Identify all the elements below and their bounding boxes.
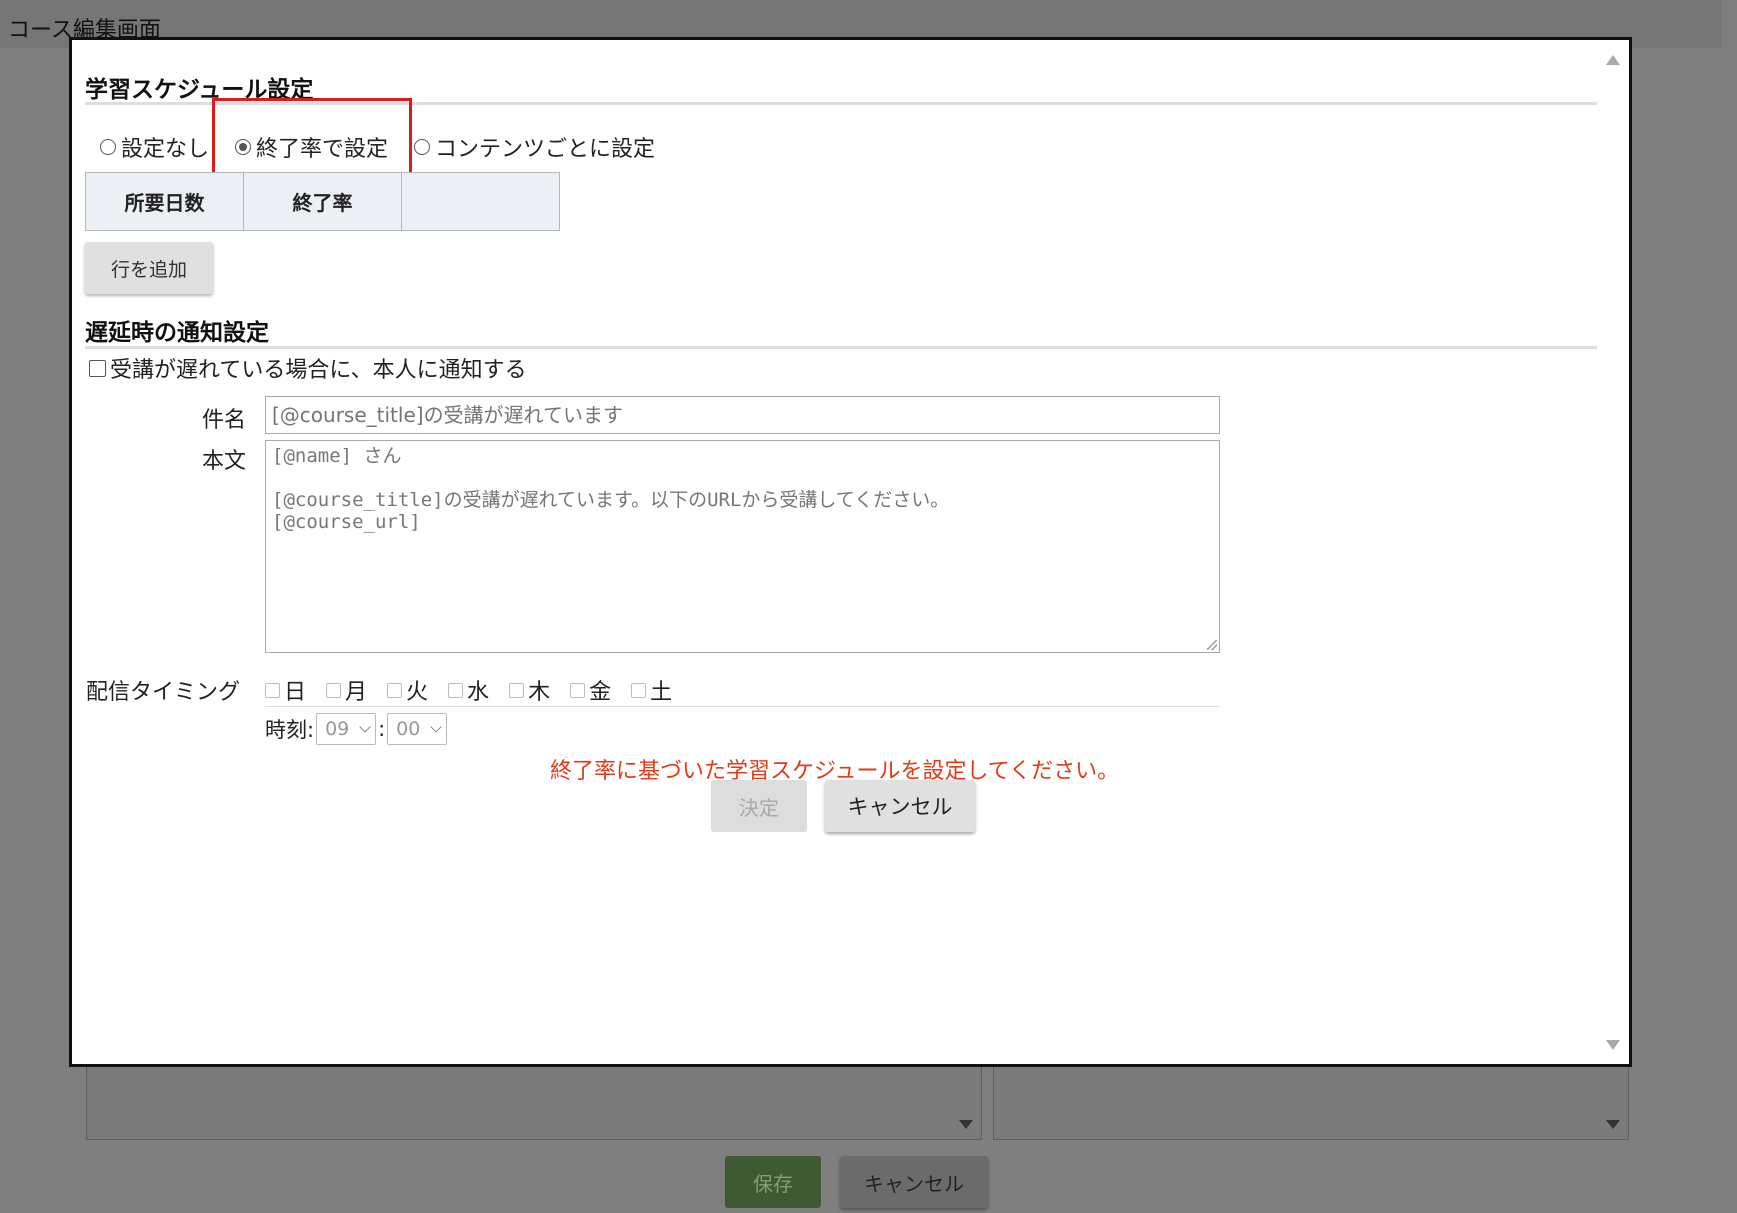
background-textarea-left[interactable] bbox=[86, 1060, 982, 1140]
page-cancel-button[interactable]: キャンセル bbox=[840, 1156, 988, 1208]
background-textarea-right[interactable] bbox=[993, 1060, 1629, 1140]
checkbox[interactable] bbox=[387, 682, 403, 698]
notify-checkbox-label: 受講が遅れている場合に、本人に通知する bbox=[110, 358, 527, 383]
scroll-down-icon[interactable] bbox=[1606, 1040, 1620, 1050]
hour-value: 09 bbox=[325, 718, 350, 740]
day-checkbox-sat[interactable]: 土 bbox=[631, 674, 672, 706]
day-label: 土 bbox=[650, 680, 673, 705]
timing-divider bbox=[265, 706, 1220, 707]
cancel-button[interactable]: キャンセル bbox=[825, 780, 975, 832]
column-header-actions bbox=[401, 172, 560, 231]
body-line: [@course_url] bbox=[272, 511, 421, 533]
schedule-modal: 学習スケジュール設定 設定なし 終了率で設定 コンテンツごとに設定 所要日数 終… bbox=[69, 37, 1632, 1067]
checkbox[interactable] bbox=[509, 682, 525, 698]
radio-button[interactable] bbox=[414, 139, 431, 155]
subject-input[interactable] bbox=[265, 396, 1220, 434]
checkbox[interactable] bbox=[631, 682, 647, 698]
checkbox[interactable] bbox=[326, 682, 342, 698]
time-separator: : bbox=[378, 717, 386, 741]
radio-label: 設定なし bbox=[121, 137, 210, 162]
timing-label: 配信タイミング bbox=[86, 680, 241, 705]
checkbox[interactable] bbox=[448, 682, 464, 698]
ok-button[interactable]: 決定 bbox=[711, 780, 807, 832]
column-header-days: 所要日数 bbox=[85, 172, 244, 231]
minute-value: 00 bbox=[396, 718, 421, 740]
scroll-down-icon[interactable] bbox=[1606, 1120, 1620, 1129]
minute-select[interactable]: 00 bbox=[387, 713, 448, 745]
table-header-row: 所要日数 終了率 bbox=[85, 172, 560, 231]
day-label: 金 bbox=[589, 680, 612, 705]
notify-checkbox-row[interactable]: 受講が遅れている場合に、本人に通知する bbox=[89, 352, 527, 384]
checkbox[interactable] bbox=[265, 682, 280, 698]
day-label: 水 bbox=[467, 680, 490, 705]
save-button[interactable]: 保存 bbox=[725, 1156, 821, 1208]
day-checkbox-mon[interactable]: 月 bbox=[326, 674, 367, 706]
day-checkbox-tue[interactable]: 火 bbox=[387, 674, 428, 706]
body-label: 本文 bbox=[202, 449, 247, 474]
chevron-down-icon bbox=[430, 721, 442, 733]
scroll-up-icon[interactable] bbox=[1606, 55, 1620, 65]
day-checkbox-sun[interactable]: 日 bbox=[265, 674, 306, 706]
radio-none[interactable]: 設定なし bbox=[100, 131, 209, 163]
subject-label: 件名 bbox=[202, 408, 247, 433]
day-label: 日 bbox=[284, 680, 307, 705]
hour-select[interactable]: 09 bbox=[316, 713, 377, 745]
section-divider bbox=[85, 346, 1597, 349]
radio-label: コンテンツごとに設定 bbox=[435, 137, 656, 162]
day-label: 火 bbox=[406, 680, 429, 705]
time-label: 時刻: bbox=[265, 718, 315, 742]
resize-handle-icon[interactable] bbox=[1207, 640, 1217, 650]
radio-button[interactable] bbox=[100, 139, 116, 155]
body-line: [@name] さん bbox=[272, 445, 402, 467]
notify-checkbox[interactable] bbox=[89, 359, 106, 377]
day-label: 木 bbox=[528, 680, 551, 705]
chevron-down-icon bbox=[359, 721, 371, 733]
schedule-table: 所要日数 終了率 bbox=[85, 172, 560, 231]
radio-per-content[interactable]: コンテンツごとに設定 bbox=[414, 131, 655, 163]
body-line bbox=[272, 467, 1213, 489]
day-label: 月 bbox=[345, 680, 368, 705]
day-checkbox-thu[interactable]: 木 bbox=[509, 674, 550, 706]
checkbox[interactable] bbox=[570, 682, 586, 698]
notify-section-title: 遅延時の通知設定 bbox=[85, 320, 269, 346]
day-checkbox-wed[interactable]: 水 bbox=[448, 674, 489, 706]
body-textarea[interactable]: [@name] さん [@course_title]の受講が遅れています。以下の… bbox=[265, 440, 1220, 653]
add-row-button[interactable]: 行を追加 bbox=[85, 242, 213, 294]
column-header-rate: 終了率 bbox=[243, 172, 402, 231]
scroll-down-icon[interactable] bbox=[959, 1120, 973, 1129]
time-selector: 時刻: 09 : 00 bbox=[265, 713, 449, 745]
highlight-annotation bbox=[212, 98, 412, 178]
body-line: [@course_title]の受講が遅れています。以下のURLから受講してくだ… bbox=[272, 489, 950, 511]
day-checkbox-fri[interactable]: 金 bbox=[570, 674, 611, 706]
timing-days: 日 月 火 水 木 金 土 bbox=[265, 674, 692, 706]
page-scrollbar[interactable] bbox=[1722, 0, 1737, 1213]
